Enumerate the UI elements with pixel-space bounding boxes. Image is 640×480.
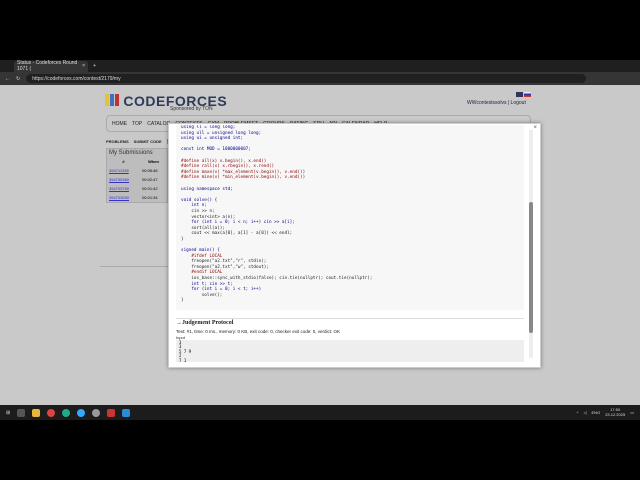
menu-item-home[interactable]: HOME	[112, 121, 127, 127]
source-code-modal: × using ll = long long; using ull = unsig…	[168, 123, 541, 368]
scrollbar-thumb[interactable]	[529, 202, 533, 333]
logo-bars-icon	[105, 94, 119, 106]
test-input: 335 7 927 1	[176, 340, 524, 362]
close-tab-icon[interactable]: ×	[82, 63, 85, 69]
windows-start-icon[interactable]: ⊞	[6, 410, 10, 416]
col-id: #	[122, 159, 125, 164]
edge-icon[interactable]	[62, 408, 71, 417]
source-code: using ll = long long; using ull = unsigne…	[176, 125, 524, 310]
code-line: }	[181, 298, 184, 304]
menu-item-catalog[interactable]: CATALOG	[147, 121, 170, 127]
username-link[interactable]: WWcontestssolvs	[467, 100, 506, 106]
submission-when: 00:05:46	[142, 168, 158, 173]
taskbar: ⊞ ^ ◁ ENG 17:50 23.12.2025 ▭	[0, 405, 640, 420]
volume-icon[interactable]: ◁	[583, 410, 586, 415]
system-tray: ^ ◁ ENG 17:50 23.12.2025 ▭	[577, 407, 634, 417]
obs-icon[interactable]	[92, 408, 101, 417]
submission-when: 00:02:47	[142, 177, 158, 182]
panel-title: My Submissions	[109, 150, 153, 156]
submission-row: 354705360 00:02:47	[107, 175, 167, 184]
submission-id-link[interactable]: 354711338	[109, 168, 129, 173]
test-summary: Test: #1, time: 0 ms., memory: 0 KB, exi…	[176, 329, 341, 334]
reload-icon[interactable]: ↻	[16, 76, 20, 82]
col-when: When	[148, 159, 159, 164]
browser-tab[interactable]: Status - Codeforces Round 1071 ( ×	[14, 60, 88, 72]
url-input[interactable]: https://codeforces.com/contest/2179/my	[26, 74, 587, 83]
language-flags[interactable]	[516, 92, 532, 99]
submission-row: 354703690 00:01:34	[107, 193, 167, 202]
submission-when: 00:01:42	[142, 186, 158, 191]
search-icon[interactable]	[17, 408, 26, 417]
sponsor-text: Sponsored by TON	[170, 106, 213, 112]
ru-flag-icon[interactable]	[524, 92, 532, 97]
chrome-icon[interactable]	[47, 408, 56, 417]
browser-tab-bar: Status - Codeforces Round 1071 ( × +	[0, 60, 640, 72]
app-icon[interactable]	[107, 408, 116, 417]
chrome-active-icon[interactable]	[122, 408, 131, 417]
tray-chevron-icon[interactable]: ^	[577, 410, 579, 415]
judgement-protocol-title: →Judgement Protocol	[176, 318, 524, 326]
file-explorer-icon[interactable]	[32, 408, 41, 417]
address-bar-row: ← ↻ https://codeforces.com/contest/2179/m…	[0, 72, 640, 85]
input-line: 7 1	[179, 357, 187, 362]
subnav-submit-code[interactable]: SUBMIT CODE	[134, 139, 162, 144]
language-indicator[interactable]: ENG	[592, 410, 601, 415]
tab-title: Status - Codeforces Round 1071 (	[17, 60, 78, 72]
my-submissions-panel: My Submissions # When 354711338 00:05:46 35…	[106, 148, 168, 203]
clock-date: 23.12.2025	[605, 412, 626, 417]
url-text: https://codeforces.com/contest/2179/my	[32, 75, 121, 82]
menu-item-top[interactable]: TOP	[132, 121, 142, 127]
submission-when: 00:01:34	[142, 195, 158, 200]
submission-row: 354711338 00:05:46	[107, 166, 167, 175]
back-icon[interactable]: ←	[5, 76, 10, 82]
logout-link[interactable]: Logout	[511, 100, 526, 106]
telegram-icon[interactable]	[77, 408, 86, 417]
subnav-problems[interactable]: PROBLEMS	[106, 139, 129, 144]
submission-id-link[interactable]: 354705360	[109, 177, 129, 182]
submission-id-link[interactable]: 354703760	[109, 186, 129, 191]
uk-flag-icon[interactable]	[516, 92, 523, 97]
modal-scrollbar[interactable]	[529, 130, 533, 358]
notifications-icon[interactable]: ▭	[630, 410, 634, 415]
submission-id-link[interactable]: 354703690	[109, 195, 129, 200]
submission-row: 354703760 00:01:42	[107, 184, 167, 193]
new-tab-button[interactable]: +	[93, 63, 96, 69]
close-icon[interactable]: ×	[533, 125, 537, 131]
separator: |	[507, 100, 510, 106]
